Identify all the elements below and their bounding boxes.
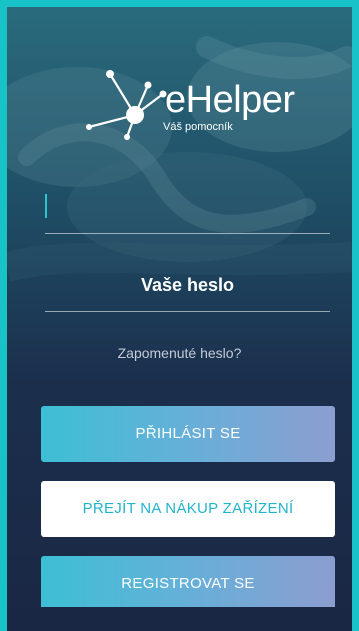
- brand-tagline: Váš pomocník: [163, 121, 233, 133]
- username-field[interactable]: [45, 185, 330, 234]
- brand-name: eHelper: [165, 79, 295, 121]
- password-placeholder: Vaše heslo: [140, 275, 235, 295]
- shop-device-button[interactable]: PŘEJÍT NA NÁKUP ZAŘÍZENÍ: [41, 481, 335, 537]
- bottom-edge: [7, 607, 352, 631]
- forgot-password-link[interactable]: Zapomenuté heslo?: [7, 345, 352, 361]
- login-button[interactable]: PŘIHLÁSIT SE: [41, 406, 335, 462]
- register-button[interactable]: REGISTROVAT SE: [41, 556, 335, 612]
- text-cursor: [45, 194, 47, 218]
- login-screen: eHelper Váš pomocník Vaše heslo Zapomenu…: [7, 7, 352, 631]
- password-field[interactable]: Vaše heslo: [45, 263, 330, 312]
